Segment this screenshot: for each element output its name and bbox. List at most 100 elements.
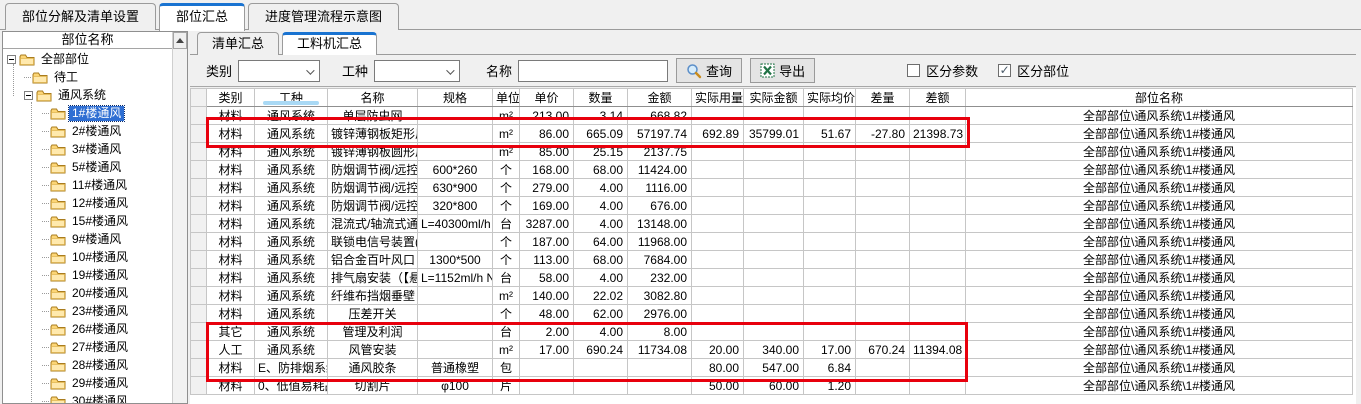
cell-工种[interactable]: 通风系统: [255, 179, 328, 197]
cell-单位[interactable]: 台: [493, 323, 520, 341]
cell-规格[interactable]: 1300*500: [418, 251, 493, 269]
cell-单位[interactable]: 个: [493, 179, 520, 197]
cell-实际均价[interactable]: [804, 305, 856, 323]
tree-item-10#楼通风[interactable]: 10#楼通风: [3, 248, 172, 266]
tree-item-3#楼通风[interactable]: 3#楼通风: [3, 140, 172, 158]
cell-数量[interactable]: 4.00: [574, 323, 628, 341]
cell-单价[interactable]: 169.00: [520, 197, 574, 215]
cell-类别[interactable]: 其它: [207, 323, 255, 341]
table-row[interactable]: 材料通风系统镀锌薄钢板圆形风管m²85.0025.152137.75全部部位\通…: [191, 143, 1353, 161]
column-header-类别[interactable]: 类别: [207, 89, 255, 107]
cell-差额[interactable]: [910, 251, 966, 269]
cell-实际均价[interactable]: 51.67: [804, 125, 856, 143]
collapse-icon[interactable]: [24, 91, 33, 100]
cell-差量[interactable]: [856, 323, 910, 341]
cell-实际用量[interactable]: 80.00: [692, 359, 744, 377]
cell-数量[interactable]: 62.00: [574, 305, 628, 323]
column-header-单价[interactable]: 单价: [520, 89, 574, 107]
cell-单位[interactable]: m²: [493, 143, 520, 161]
cell-差额[interactable]: [910, 359, 966, 377]
cell-单位[interactable]: 台: [493, 215, 520, 233]
tab-labor-material-summary[interactable]: 工料机汇总: [282, 32, 377, 55]
cell-部位名称[interactable]: 全部部位\通风系统\1#楼通风: [966, 233, 1353, 251]
cell-类别[interactable]: 材料: [207, 197, 255, 215]
cell-单价[interactable]: 113.00: [520, 251, 574, 269]
column-header-差量[interactable]: 差量: [856, 89, 910, 107]
row-indicator[interactable]: [191, 251, 207, 269]
table-row[interactable]: 材料通风系统防烟调节阀/远控排烟630*900个279.004.001116.0…: [191, 179, 1353, 197]
column-header-名称[interactable]: 名称: [328, 89, 418, 107]
table-row[interactable]: 材料通风系统混流式/轴流式通风L=40300ml/h台3287.004.0013…: [191, 215, 1353, 233]
row-indicator[interactable]: [191, 377, 207, 395]
cell-实际用量[interactable]: [692, 251, 744, 269]
cell-工种[interactable]: 通风系统: [255, 143, 328, 161]
row-indicator[interactable]: [191, 341, 207, 359]
cell-金额[interactable]: 1116.00: [628, 179, 692, 197]
cell-单价[interactable]: 187.00: [520, 233, 574, 251]
cell-数量[interactable]: 68.00: [574, 251, 628, 269]
cell-实际金额[interactable]: [744, 107, 804, 125]
cell-实际用量[interactable]: [692, 143, 744, 161]
cell-差量[interactable]: [856, 197, 910, 215]
cell-规格[interactable]: [418, 143, 493, 161]
cell-类别[interactable]: 材料: [207, 107, 255, 125]
cell-差量[interactable]: [856, 251, 910, 269]
cell-工种[interactable]: 通风系统: [255, 161, 328, 179]
cell-部位名称[interactable]: 全部部位\通风系统\1#楼通风: [966, 251, 1353, 269]
cell-类别[interactable]: 材料: [207, 269, 255, 287]
cell-规格[interactable]: [418, 125, 493, 143]
cell-差额[interactable]: [910, 197, 966, 215]
cell-实际用量[interactable]: [692, 287, 744, 305]
cell-名称[interactable]: 联锁电信号装置(已: [328, 233, 418, 251]
cell-名称[interactable]: 防烟调节阀/远控排烟: [328, 197, 418, 215]
table-row[interactable]: 材料E、防排烟系统通风胶条普通橡塑包80.00547.006.84全部部位\通风…: [191, 359, 1353, 377]
cell-金额[interactable]: 11734.08: [628, 341, 692, 359]
cell-工种[interactable]: 通风系统: [255, 125, 328, 143]
cell-差额[interactable]: [910, 107, 966, 125]
cell-单价[interactable]: 17.00: [520, 341, 574, 359]
cell-工种[interactable]: 通风系统: [255, 287, 328, 305]
cell-实际用量[interactable]: [692, 323, 744, 341]
table-row[interactable]: 材料通风系统排气扇安装（【悬挂L=1152ml/h N台58.004.00232…: [191, 269, 1353, 287]
cell-金额[interactable]: 8.00: [628, 323, 692, 341]
cell-类别[interactable]: 材料: [207, 161, 255, 179]
cell-实际均价[interactable]: [804, 143, 856, 161]
tree-item-2#楼通风[interactable]: 2#楼通风: [3, 122, 172, 140]
cell-单价[interactable]: 140.00: [520, 287, 574, 305]
cell-单价[interactable]: 3287.00: [520, 215, 574, 233]
cell-实际金额[interactable]: 60.00: [744, 377, 804, 395]
cell-规格[interactable]: φ100: [418, 377, 493, 395]
cell-规格[interactable]: 600*260: [418, 161, 493, 179]
table-row[interactable]: 材料通风系统铝合金百叶风口1300*500个113.0068.007684.00…: [191, 251, 1353, 269]
trade-select[interactable]: [374, 60, 460, 82]
cell-差额[interactable]: [910, 233, 966, 251]
tree-item-19#楼通风[interactable]: 19#楼通风: [3, 266, 172, 284]
cell-工种[interactable]: 通风系统: [255, 341, 328, 359]
cell-部位名称[interactable]: 全部部位\通风系统\1#楼通风: [966, 287, 1353, 305]
cell-差量[interactable]: -27.80: [856, 125, 910, 143]
row-indicator[interactable]: [191, 215, 207, 233]
cell-部位名称[interactable]: 全部部位\通风系统\1#楼通风: [966, 341, 1353, 359]
tree-item-待工[interactable]: 待工: [3, 68, 172, 86]
table-row[interactable]: 材料通风系统防烟调节阀/远控排烟600*260个168.0068.0011424…: [191, 161, 1353, 179]
cell-数量[interactable]: 665.09: [574, 125, 628, 143]
column-header-实际用量[interactable]: 实际用量: [692, 89, 744, 107]
cell-实际金额[interactable]: [744, 197, 804, 215]
row-indicator[interactable]: [191, 323, 207, 341]
cell-单位[interactable]: m²: [493, 107, 520, 125]
cell-实际用量[interactable]: [692, 305, 744, 323]
cell-工种[interactable]: 0、低值易耗品: [255, 377, 328, 395]
row-indicator[interactable]: [191, 107, 207, 125]
tree-item-9#楼通风[interactable]: 9#楼通风: [3, 230, 172, 248]
cell-名称[interactable]: 混流式/轴流式通风: [328, 215, 418, 233]
cell-差额[interactable]: 21398.73: [910, 125, 966, 143]
row-indicator[interactable]: [191, 359, 207, 377]
row-indicator[interactable]: [191, 161, 207, 179]
cell-单位[interactable]: m²: [493, 341, 520, 359]
table-row[interactable]: 材料通风系统单层防虫网m²213.003.14668.82全部部位\通风系统\1…: [191, 107, 1353, 125]
cell-单位[interactable]: m²: [493, 287, 520, 305]
row-indicator[interactable]: [191, 233, 207, 251]
cell-实际金额[interactable]: [744, 143, 804, 161]
cell-部位名称[interactable]: 全部部位\通风系统\1#楼通风: [966, 377, 1353, 395]
tree-item-通风系统[interactable]: 通风系统: [3, 86, 172, 104]
